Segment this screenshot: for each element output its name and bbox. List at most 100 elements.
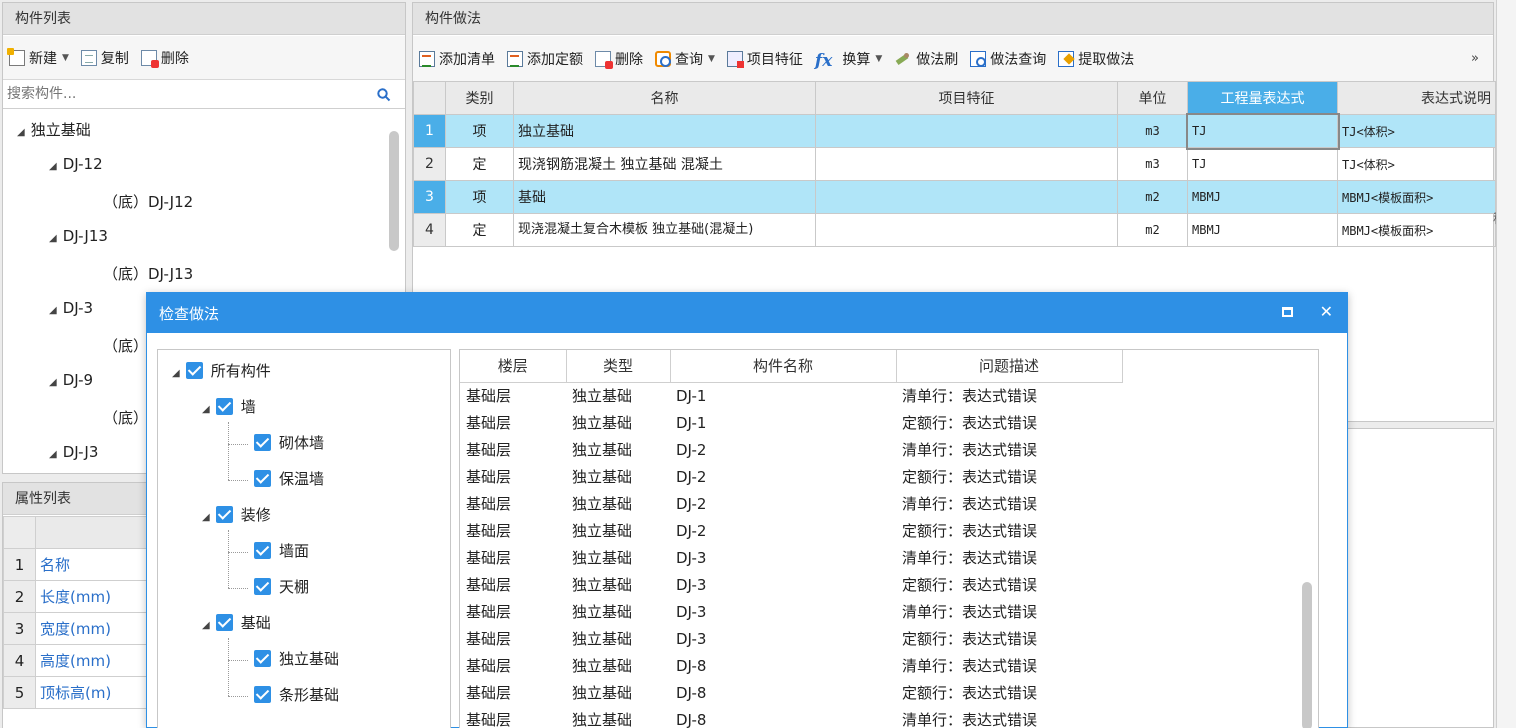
tree-scrollbar[interactable]	[389, 131, 399, 251]
search-input[interactable]	[3, 81, 363, 107]
result-row[interactable]: 基础层 独立基础 DJ-3 定额行：表达式错误	[460, 571, 1122, 598]
method-unit[interactable]: m2	[1117, 180, 1188, 214]
tree-leaf[interactable]: 天棚	[254, 576, 309, 597]
checkbox-checked-icon[interactable]	[254, 542, 271, 559]
method-expression[interactable]: MBMJ	[1187, 213, 1338, 247]
query-button[interactable]: 查询 ▼	[655, 49, 715, 69]
search-box[interactable]	[3, 81, 405, 109]
expand-triangle-icon[interactable]: ◢	[49, 161, 57, 172]
method-type[interactable]: 定	[445, 213, 514, 247]
checkbox-checked-icon[interactable]	[254, 470, 271, 487]
convert-button[interactable]: fx 换算 ▼	[815, 49, 882, 71]
col-type[interactable]: 类别	[445, 81, 514, 115]
expand-triangle-icon[interactable]: ◢	[202, 512, 210, 523]
method-brush-button[interactable]: 做法刷	[894, 49, 958, 69]
result-row[interactable]: 基础层 独立基础 DJ-8 清单行：表达式错误	[460, 706, 1122, 728]
method-feature[interactable]	[815, 180, 1118, 214]
expand-triangle-icon[interactable]: ◢	[202, 620, 210, 631]
results-scrollbar[interactable]	[1302, 582, 1312, 728]
chevron-down-icon[interactable]: ▼	[62, 53, 69, 63]
method-expression[interactable]: MBMJ	[1187, 180, 1338, 214]
result-row[interactable]: 基础层 独立基础 DJ-2 清单行：表达式错误	[460, 490, 1122, 517]
method-type[interactable]: 项	[445, 114, 514, 148]
method-unit[interactable]: m3	[1117, 114, 1188, 148]
tree-item[interactable]: （底）	[103, 335, 148, 356]
method-feature[interactable]	[815, 213, 1118, 247]
chevron-down-icon[interactable]: ▼	[708, 54, 715, 64]
method-unit[interactable]: m3	[1117, 147, 1188, 181]
col-name[interactable]: 名称	[513, 81, 816, 115]
expand-triangle-icon[interactable]: ◢	[17, 127, 25, 138]
method-expression[interactable]: TJ	[1185, 112, 1340, 150]
tree-item[interactable]: ◢ DJ-9	[49, 371, 93, 389]
checkbox-checked-icon[interactable]	[215, 398, 233, 415]
delete-row-button[interactable]: 删除	[595, 49, 643, 69]
method-row[interactable]: 2 定现浇钢筋混凝土 独立基础 混凝土 m3 TJ TJ<体积>	[413, 147, 1496, 181]
col-category[interactable]: 类型	[566, 350, 671, 383]
tree-item[interactable]: （底）DJ-J12	[103, 191, 193, 212]
expand-triangle-icon[interactable]: ◢	[49, 449, 57, 460]
chevron-down-icon[interactable]: ▼	[875, 54, 882, 64]
method-query-button[interactable]: 做法查询	[970, 49, 1046, 69]
new-button[interactable]: 新建 ▼	[7, 47, 69, 68]
expand-triangle-icon[interactable]: ◢	[172, 368, 180, 379]
method-type[interactable]: 定	[445, 147, 514, 181]
tree-leaf[interactable]: 保温墙	[254, 468, 324, 489]
result-row[interactable]: 基础层 独立基础 DJ-8 清单行：表达式错误	[460, 652, 1122, 679]
method-feature[interactable]	[815, 114, 1118, 148]
result-row[interactable]: 基础层 独立基础 DJ-3 定额行：表达式错误	[460, 625, 1122, 652]
expand-triangle-icon[interactable]: ◢	[49, 377, 57, 388]
method-name[interactable]: 现浇混凝土复合木模板 独立基础(混凝土)	[513, 213, 816, 247]
item-features-button[interactable]: 项目特征	[726, 49, 803, 69]
tree-leaf[interactable]: 条形基础	[254, 684, 339, 705]
tree-item[interactable]: （底）	[103, 407, 148, 428]
method-expression-desc[interactable]: TJ<体积>	[1337, 147, 1496, 181]
method-expression[interactable]: TJ	[1187, 147, 1338, 181]
result-row[interactable]: 基础层 独立基础 DJ-8 定额行：表达式错误	[460, 679, 1122, 706]
result-row[interactable]: 基础层 独立基础 DJ-2 定额行：表达式错误	[460, 463, 1122, 490]
checkbox-checked-icon[interactable]	[254, 686, 271, 703]
checkbox-checked-icon[interactable]	[185, 362, 203, 379]
close-icon[interactable]: ✕	[1320, 302, 1333, 321]
expand-triangle-icon[interactable]: ◢	[49, 233, 57, 244]
method-name[interactable]: 基础	[513, 180, 816, 214]
tree-item[interactable]: （底）DJ-J13	[103, 263, 193, 284]
result-row[interactable]: 基础层 独立基础 DJ-2 清单行：表达式错误	[460, 436, 1122, 463]
tree-item[interactable]: ◢ DJ-J13	[49, 227, 108, 245]
checkbox-checked-icon[interactable]	[215, 614, 233, 631]
result-row[interactable]: 基础层 独立基础 DJ-3 清单行：表达式错误	[460, 544, 1122, 571]
method-name[interactable]: 现浇钢筋混凝土 独立基础 混凝土	[513, 147, 816, 181]
expand-triangle-icon[interactable]: ◢	[49, 305, 57, 316]
add-quota-button[interactable]: 添加定额	[507, 49, 583, 69]
dialog-titlebar[interactable]: 检查做法 ✕	[147, 293, 1347, 333]
col-floor[interactable]: 楼层	[460, 350, 567, 383]
method-row[interactable]: 1 项独立基础 m3 TJ TJ<体积>	[413, 112, 1496, 150]
checkbox-checked-icon[interactable]	[254, 650, 271, 667]
toolbar-overflow-icon[interactable]: »	[1471, 51, 1479, 66]
col-features[interactable]: 项目特征	[815, 81, 1118, 115]
checkbox-checked-icon[interactable]	[254, 434, 271, 451]
search-icon[interactable]	[377, 88, 391, 102]
tree-leaf[interactable]: 墙面	[254, 540, 309, 561]
tree-group[interactable]: ◢ 装修	[202, 504, 271, 525]
tree-leaf[interactable]: 砌体墙	[254, 432, 324, 453]
col-issue[interactable]: 问题描述	[896, 350, 1123, 383]
tree-item[interactable]: ◢ DJ-3	[49, 299, 93, 317]
delete-button[interactable]: 删除	[140, 48, 189, 68]
col-expression[interactable]: 工程量表达式	[1187, 81, 1338, 115]
tree-group[interactable]: ◢ 基础	[202, 612, 271, 633]
method-expression-desc[interactable]: MBMJ<模板面积>	[1337, 213, 1496, 247]
result-row[interactable]: 基础层 独立基础 DJ-1 定额行：表达式错误	[460, 409, 1122, 436]
tree-item[interactable]: ◢ 独立基础	[17, 119, 91, 140]
tree-leaf[interactable]: 独立基础	[254, 648, 339, 669]
method-name[interactable]: 独立基础	[513, 114, 816, 148]
col-expression-desc[interactable]: 表达式说明	[1337, 81, 1496, 115]
method-unit[interactable]: m2	[1117, 213, 1188, 247]
checkbox-checked-icon[interactable]	[215, 506, 233, 523]
checkbox-checked-icon[interactable]	[254, 578, 271, 595]
tree-group[interactable]: ◢ 墙	[202, 396, 256, 417]
expand-triangle-icon[interactable]: ◢	[202, 404, 210, 415]
method-feature[interactable]	[815, 147, 1118, 181]
add-list-button[interactable]: 添加清单	[419, 49, 495, 69]
result-row[interactable]: 基础层 独立基础 DJ-2 定额行：表达式错误	[460, 517, 1122, 544]
